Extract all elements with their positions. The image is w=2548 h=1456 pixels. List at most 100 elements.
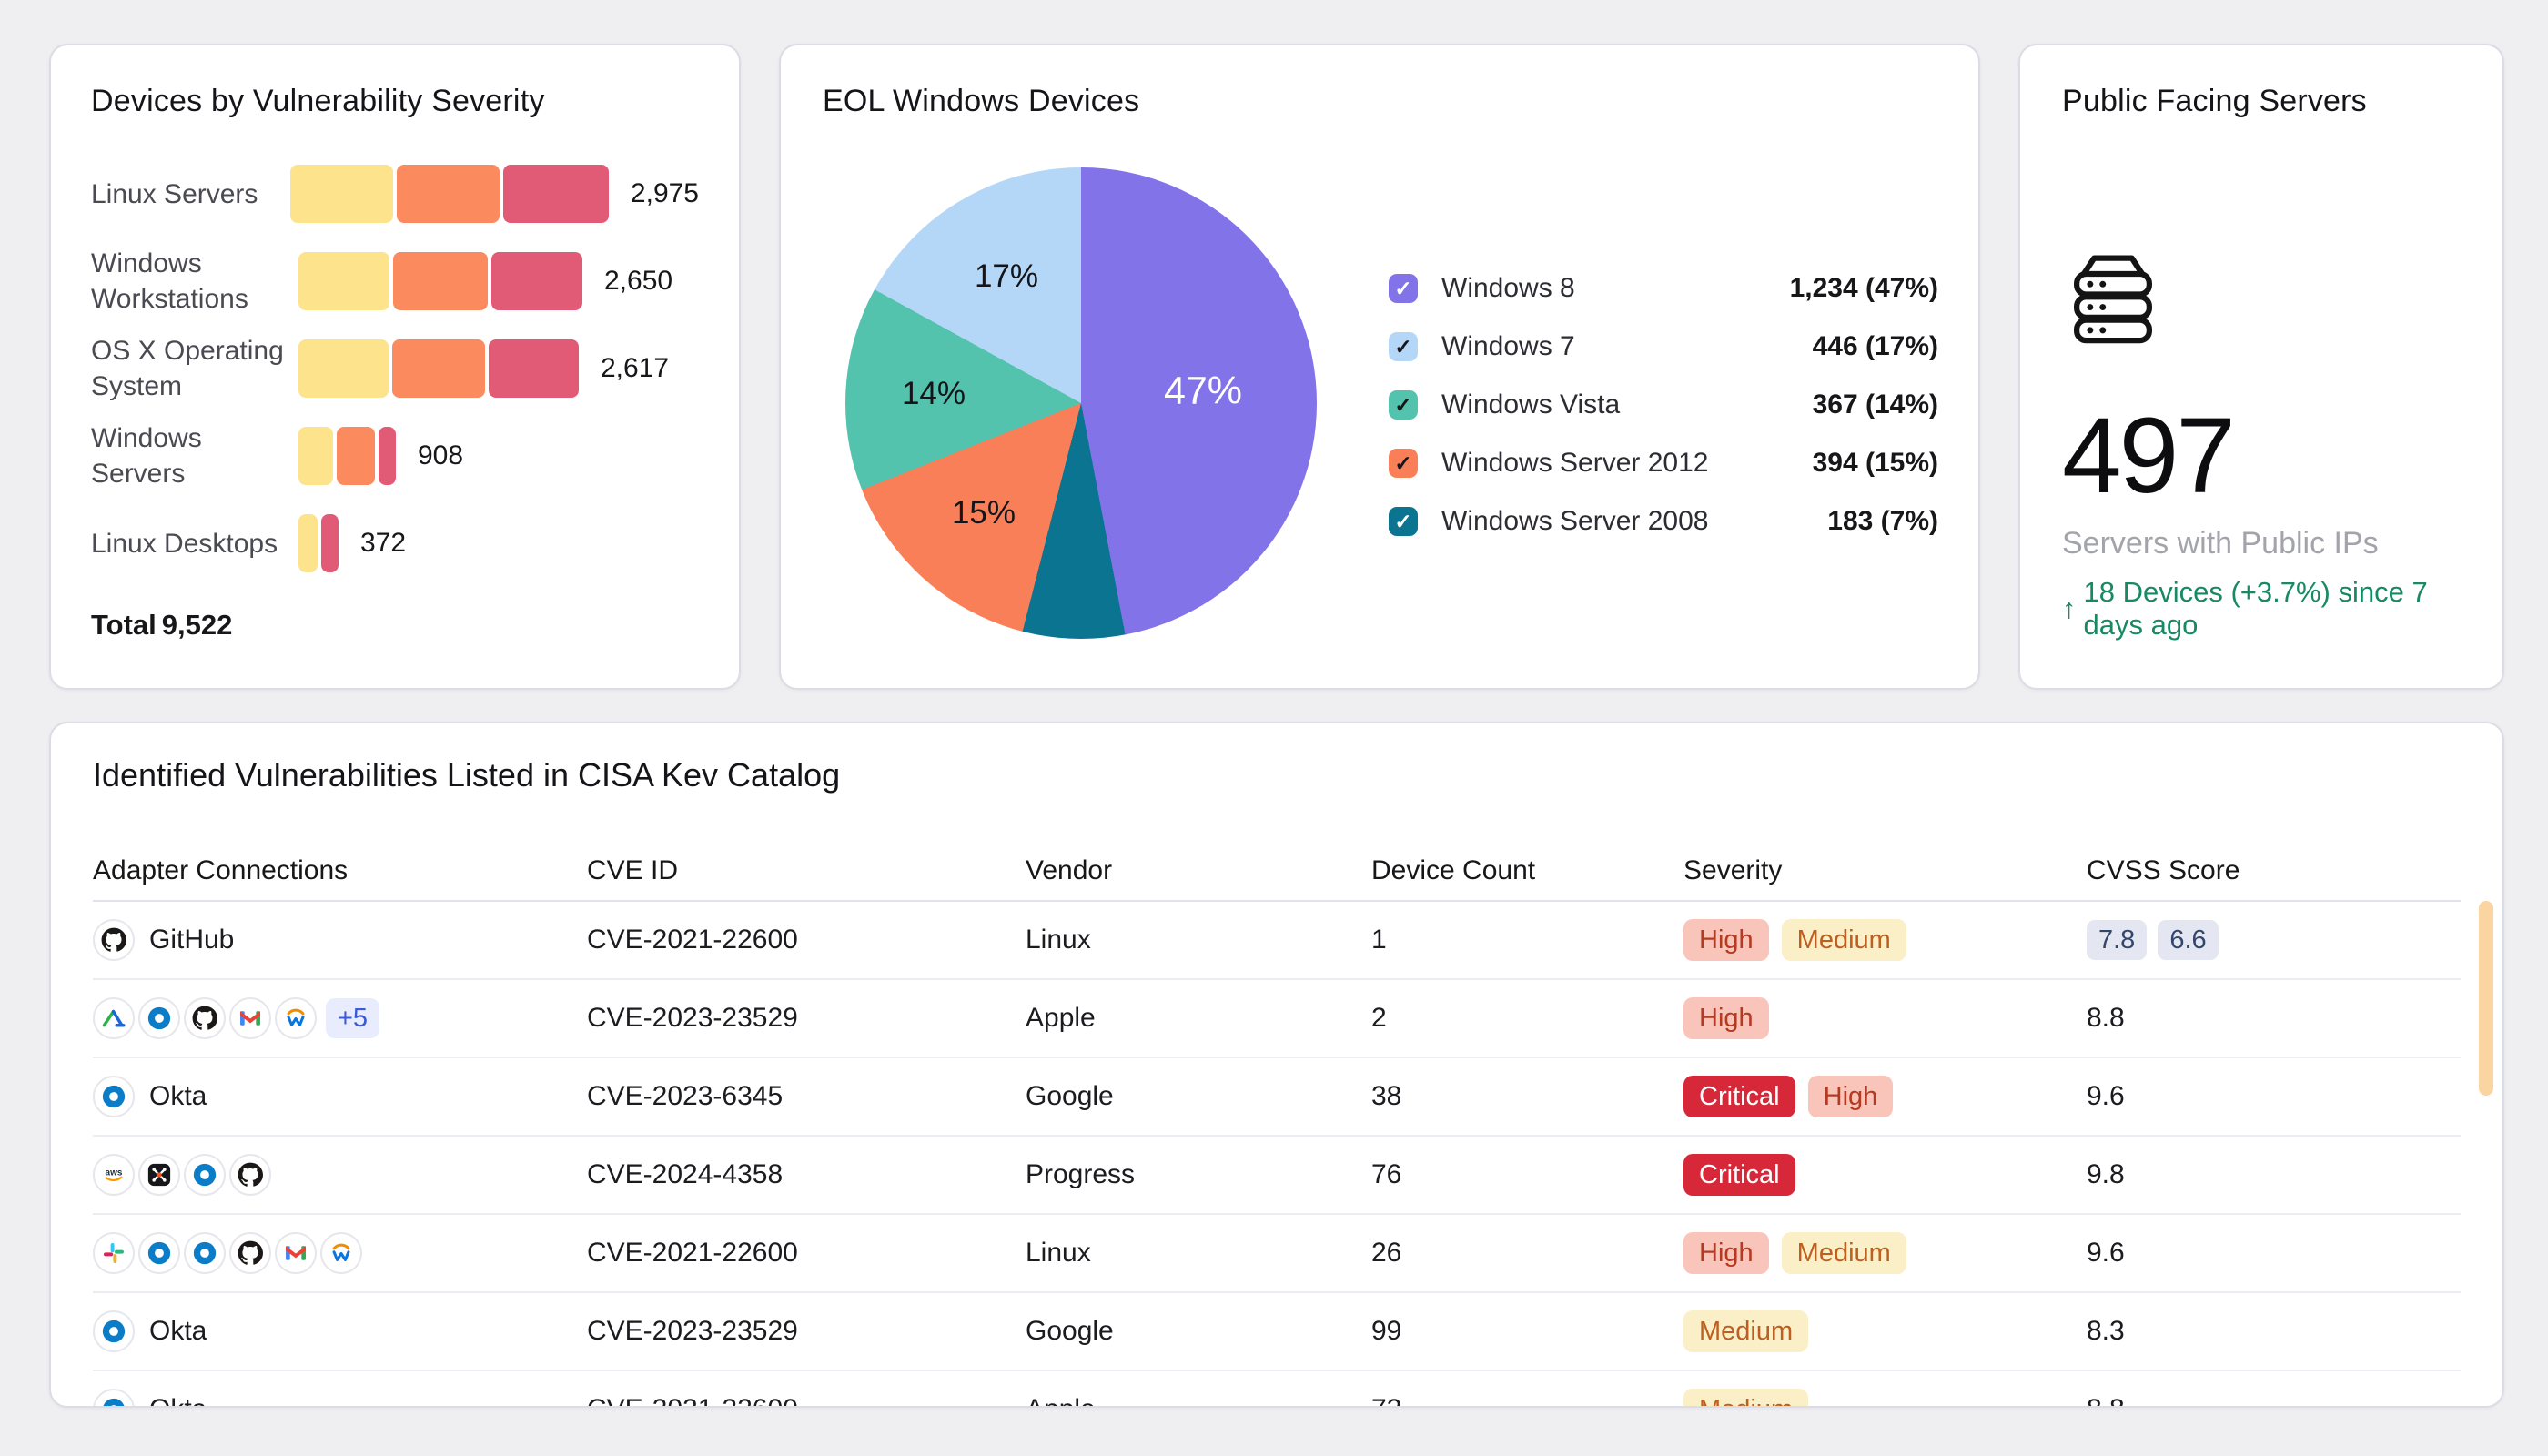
legend-item-windows-server-2012[interactable]: ✓ Windows Server 2012 394 (15%)	[1389, 448, 1938, 479]
severity-badge-high: High	[1684, 919, 1769, 961]
stacked-bar[interactable]	[298, 427, 396, 485]
cvss-score-badge: 6.6	[2158, 920, 2218, 960]
adapter-label: Okta	[149, 1081, 207, 1112]
table-row[interactable]: Okta CVE-2023-23529 Google 99 Medium 8.3	[93, 1293, 2461, 1371]
arrow-up-icon: ↑	[2062, 592, 2077, 625]
column-header-severity[interactable]: Severity	[1684, 855, 2087, 886]
vendor-cell: Apple	[1026, 1003, 1371, 1034]
eol-pie-chart[interactable]: 47% 17% 14% 15%	[845, 167, 1317, 639]
checkbox-windows-vista[interactable]: ✓	[1389, 390, 1418, 420]
severity-cell: High	[1684, 997, 2087, 1039]
bar-row: OS X Operating System 2,617	[91, 325, 699, 412]
bar-row: Linux Desktops 372	[91, 500, 699, 587]
bar-category-label: Windows Workstations	[91, 246, 298, 317]
okta-icon[interactable]	[184, 1232, 226, 1274]
vendor-cell: Google	[1026, 1081, 1371, 1112]
severity-badge-medium: Medium	[1684, 1310, 1808, 1352]
legend-item-windows-vista[interactable]: ✓ Windows Vista 367 (14%)	[1389, 389, 1938, 420]
table-row[interactable]: GitHub CVE-2021-22600 Linux 1 High Mediu…	[93, 902, 2461, 980]
github-icon[interactable]	[184, 997, 226, 1039]
severity-cell: Medium	[1684, 1310, 2087, 1352]
gmail-icon[interactable]	[275, 1232, 317, 1274]
table-row[interactable]: Okta CVE-2021-22600 Apple 72 Medium 8.8	[93, 1371, 2461, 1408]
stacked-bar[interactable]	[298, 252, 582, 310]
legend-item-windows-server-2008[interactable]: ✓ Windows Server 2008 183 (7%)	[1389, 506, 1938, 537]
checkbox-windows-8[interactable]: ✓	[1389, 274, 1418, 303]
server-stack-icon	[2062, 250, 2164, 345]
okta-icon[interactable]	[138, 1232, 180, 1274]
gmail-icon[interactable]	[229, 997, 271, 1039]
cve-id-cell: CVE-2021-22600	[587, 925, 1026, 956]
okta-icon[interactable]	[93, 1310, 135, 1352]
cvss-score-cell: 9.6	[2087, 1081, 2461, 1112]
stacked-bar-chart: Linux Servers 2,975 Windows Workstations…	[91, 150, 699, 587]
okta-icon[interactable]	[138, 997, 180, 1039]
legend-item-windows-7[interactable]: ✓ Windows 7 446 (17%)	[1389, 331, 1938, 362]
column-header-cvss-score[interactable]: CVSS Score	[2087, 855, 2461, 886]
checkbox-windows-7[interactable]: ✓	[1389, 332, 1418, 361]
slack-icon[interactable]	[93, 1232, 135, 1274]
stacked-bar[interactable]	[290, 165, 609, 223]
table-row[interactable]: Okta CVE-2023-6345 Google 38 Critical Hi…	[93, 1058, 2461, 1137]
adapter-label: GitHub	[149, 925, 234, 956]
pie-legend: ✓ Windows 8 1,234 (47%) ✓ Windows 7 446 …	[1389, 273, 1938, 537]
column-header-vendor[interactable]: Vendor	[1026, 855, 1371, 886]
table-row[interactable]: CVE-2021-22600 Linux 26 High Medium 9.6	[93, 1215, 2461, 1293]
adapter-connections-cell: GitHub	[93, 919, 587, 961]
card-title: EOL Windows Devices	[823, 84, 1139, 119]
severity-cell: Medium	[1684, 1389, 2087, 1408]
legend-item-windows-8[interactable]: ✓ Windows 8 1,234 (47%)	[1389, 273, 1938, 304]
more-adapters-chip[interactable]: +5	[326, 998, 379, 1038]
autodesk-icon[interactable]	[93, 997, 135, 1039]
device-count-cell: 38	[1371, 1081, 1684, 1112]
severity-cell: Critical High	[1684, 1076, 2087, 1117]
workday-icon[interactable]	[275, 997, 317, 1039]
okta-icon[interactable]	[93, 1389, 135, 1408]
column-header-adapter-connections[interactable]: Adapter Connections	[93, 855, 587, 886]
checkbox-windows-server-2012[interactable]: ✓	[1389, 449, 1418, 478]
device-count-cell: 26	[1371, 1238, 1684, 1269]
legend-value: 446 (17%)	[1813, 331, 1938, 362]
device-count-cell: 76	[1371, 1159, 1684, 1190]
severity-badge-high: High	[1684, 1232, 1769, 1274]
bar-value: 372	[360, 528, 406, 559]
cvss-score-cell: 7.8 6.6	[2087, 920, 2461, 960]
total-value: 9,522	[162, 609, 233, 641]
adapter-label: Okta	[149, 1394, 207, 1408]
github-icon[interactable]	[229, 1154, 271, 1196]
github-icon[interactable]	[93, 919, 135, 961]
stacked-bar[interactable]	[298, 514, 339, 572]
legend-label: Windows Server 2012	[1441, 448, 1708, 479]
okta-icon[interactable]	[93, 1076, 135, 1117]
table-row[interactable]: CVE-2024-4358 Progress 76 Critical 9.8	[93, 1137, 2461, 1215]
github-icon[interactable]	[229, 1232, 271, 1274]
legend-value: 367 (14%)	[1813, 389, 1938, 420]
adapter-connections-cell: Okta	[93, 1389, 587, 1408]
okta-icon[interactable]	[184, 1154, 226, 1196]
checkbox-windows-server-2008[interactable]: ✓	[1389, 507, 1418, 536]
pie-slice-label: 47%	[1164, 369, 1242, 414]
x-node-icon[interactable]	[138, 1154, 180, 1196]
severity-badge-medium: Medium	[1782, 1232, 1906, 1274]
column-header-device-count[interactable]: Device Count	[1371, 855, 1684, 886]
legend-value: 394 (15%)	[1813, 448, 1938, 479]
workday-icon[interactable]	[320, 1232, 362, 1274]
severity-badge-critical: Critical	[1684, 1154, 1795, 1196]
adapter-connections-cell	[93, 1232, 587, 1274]
table-scrollbar-thumb[interactable]	[2479, 901, 2493, 1096]
severity-badge-medium: Medium	[1684, 1389, 1808, 1408]
device-count-cell: 72	[1371, 1394, 1684, 1408]
card-public-facing-servers: Public Facing Servers 497 Servers with P…	[2018, 44, 2504, 690]
card-devices-by-vulnerability-severity: Devices by Vulnerability Severity Linux …	[49, 44, 741, 690]
adapter-connections-cell: Okta	[93, 1310, 587, 1352]
stacked-bar[interactable]	[298, 339, 579, 398]
column-header-cve-id[interactable]: CVE ID	[587, 855, 1026, 886]
table-row[interactable]: +5 CVE-2023-23529 Apple 2 High 8.8	[93, 980, 2461, 1058]
aws-icon[interactable]	[93, 1154, 135, 1196]
cve-id-cell: CVE-2021-22600	[587, 1238, 1026, 1269]
bar-category-label: OS X Operating System	[91, 333, 298, 404]
dashboard: Devices by Vulnerability Severity Linux …	[0, 0, 2548, 1456]
table-header-row: Adapter Connections CVE ID Vendor Device…	[93, 842, 2461, 902]
table-title: Identified Vulnerabilities Listed in CIS…	[93, 756, 2461, 794]
adapter-connections-cell: +5	[93, 997, 587, 1039]
